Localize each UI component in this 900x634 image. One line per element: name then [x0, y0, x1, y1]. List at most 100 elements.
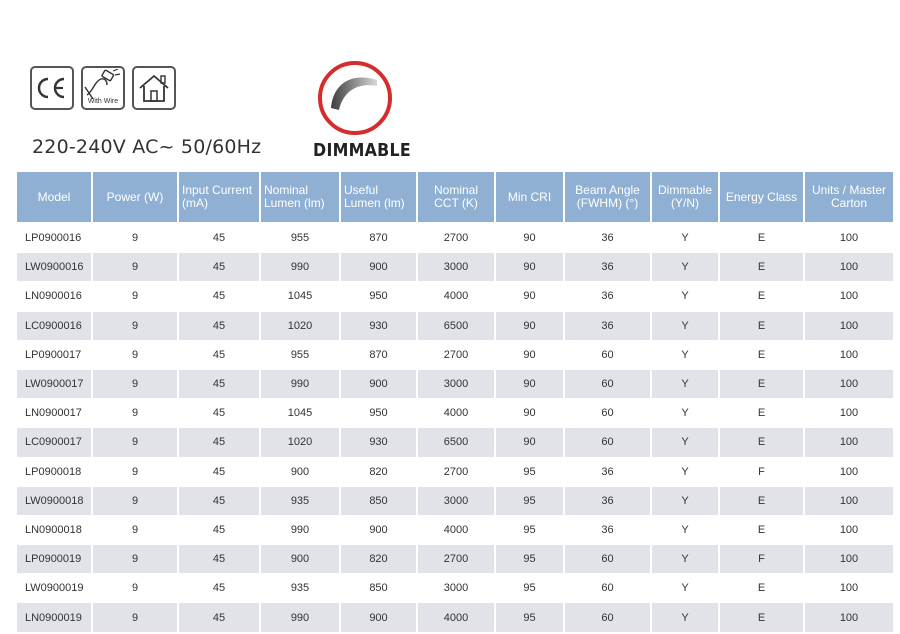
table-cell: 6500: [418, 311, 494, 341]
table-cell: 990: [261, 603, 339, 633]
table-cell: 45: [179, 428, 259, 458]
table-cell: 45: [179, 282, 259, 312]
model-cell: LC0900017: [17, 428, 91, 458]
table-cell: 100: [805, 458, 893, 487]
table-cell: F: [720, 545, 803, 575]
table-cell: 100: [805, 428, 893, 458]
table-cell: 45: [179, 399, 259, 429]
table-cell: 6500: [418, 428, 494, 458]
table-cell: 9: [93, 399, 177, 429]
table-cell: 90: [496, 369, 563, 400]
model-cell: LW0900019: [17, 574, 91, 604]
table-cell: 45: [179, 458, 259, 487]
table-cell: 45: [179, 603, 259, 633]
table-cell: 950: [341, 399, 416, 429]
table-cell: 955: [261, 341, 339, 370]
table-cell: 60: [565, 545, 650, 575]
table-cell: 45: [179, 224, 259, 254]
table-row: LW0900016 9 45 990 900 3000 90 36 Y E 100: [17, 253, 893, 283]
table-cell: 36: [565, 486, 650, 516]
table-cell: Y: [652, 574, 718, 604]
table-cell: 90: [496, 399, 563, 429]
table-cell: 100: [805, 369, 893, 400]
table-cell: 60: [565, 428, 650, 458]
table-cell: 100: [805, 399, 893, 429]
table-cell: 9: [93, 341, 177, 370]
model-cell: LW0900016: [17, 253, 91, 283]
table-cell: 900: [261, 458, 339, 487]
column-header: Input Current (mA): [179, 172, 259, 224]
column-header: Model: [17, 172, 91, 224]
table-cell: 3000: [418, 369, 494, 400]
table-row: LC0900017 9 45 1020 930 6500 90 60 Y E 100: [17, 428, 893, 458]
table-cell: Y: [652, 369, 718, 400]
table-cell: 2700: [418, 545, 494, 575]
table-cell: 95: [496, 574, 563, 604]
table-cell: 4000: [418, 399, 494, 429]
table-cell: E: [720, 399, 803, 429]
table-cell: 850: [341, 574, 416, 604]
column-header: Beam Angle (FWHM) (°): [565, 172, 650, 224]
table-cell: 60: [565, 341, 650, 370]
column-header: Nominal CCT (K): [418, 172, 494, 224]
table-cell: Y: [652, 311, 718, 341]
table-cell: 90: [496, 428, 563, 458]
table-cell: 3000: [418, 574, 494, 604]
table-cell: 36: [565, 458, 650, 487]
table-cell: 900: [341, 516, 416, 546]
table-cell: Y: [652, 603, 718, 633]
table-cell: E: [720, 253, 803, 283]
table-cell: 90: [496, 282, 563, 312]
table-cell: 45: [179, 486, 259, 516]
table-cell: Y: [652, 458, 718, 487]
table-cell: 870: [341, 224, 416, 254]
table-cell: 100: [805, 603, 893, 633]
table-cell: 60: [565, 574, 650, 604]
table-cell: 95: [496, 486, 563, 516]
ce-mark-icon: [30, 66, 74, 110]
table-cell: 930: [341, 428, 416, 458]
model-cell: LP0900018: [17, 458, 91, 487]
table-cell: 36: [565, 253, 650, 283]
table-cell: 2700: [418, 341, 494, 370]
table-cell: 990: [261, 369, 339, 400]
model-cell: LN0900017: [17, 399, 91, 429]
table-cell: 9: [93, 311, 177, 341]
table-cell: 9: [93, 486, 177, 516]
table-cell: 36: [565, 282, 650, 312]
specification-table: Model Power (W) Input Current (mA) Nomin…: [15, 172, 895, 633]
table-cell: 990: [261, 516, 339, 546]
table-cell: 90: [496, 311, 563, 341]
table-cell: 100: [805, 486, 893, 516]
table-cell: 4000: [418, 516, 494, 546]
table-cell: E: [720, 369, 803, 400]
with-wire-icon: With Wire: [81, 66, 125, 110]
table-row: LN0900017 9 45 1045 950 4000 90 60 Y E 100: [17, 399, 893, 429]
table-cell: 870: [341, 341, 416, 370]
table-cell: 36: [565, 224, 650, 254]
table-cell: 95: [496, 545, 563, 575]
table-cell: 60: [565, 369, 650, 400]
table-cell: 935: [261, 574, 339, 604]
table-cell: 60: [565, 603, 650, 633]
table-cell: 60: [565, 399, 650, 429]
table-cell: 9: [93, 428, 177, 458]
table-cell: 930: [341, 311, 416, 341]
column-header: Min CRI: [496, 172, 563, 224]
table-cell: 36: [565, 311, 650, 341]
table-cell: F: [720, 458, 803, 487]
table-row: LP0900016 9 45 955 870 2700 90 36 Y E 100: [17, 224, 893, 254]
table-cell: 45: [179, 369, 259, 400]
dimmable-label: DIMMABLE: [313, 140, 411, 161]
table-cell: 45: [179, 574, 259, 604]
table-cell: 95: [496, 603, 563, 633]
column-header: Power (W): [93, 172, 177, 224]
table-cell: 4000: [418, 603, 494, 633]
table-cell: E: [720, 282, 803, 312]
table-cell: 9: [93, 282, 177, 312]
with-wire-label: With Wire: [87, 98, 119, 105]
model-cell: LW0900018: [17, 486, 91, 516]
table-cell: 935: [261, 486, 339, 516]
table-cell: Y: [652, 516, 718, 546]
table-cell: 2700: [418, 224, 494, 254]
